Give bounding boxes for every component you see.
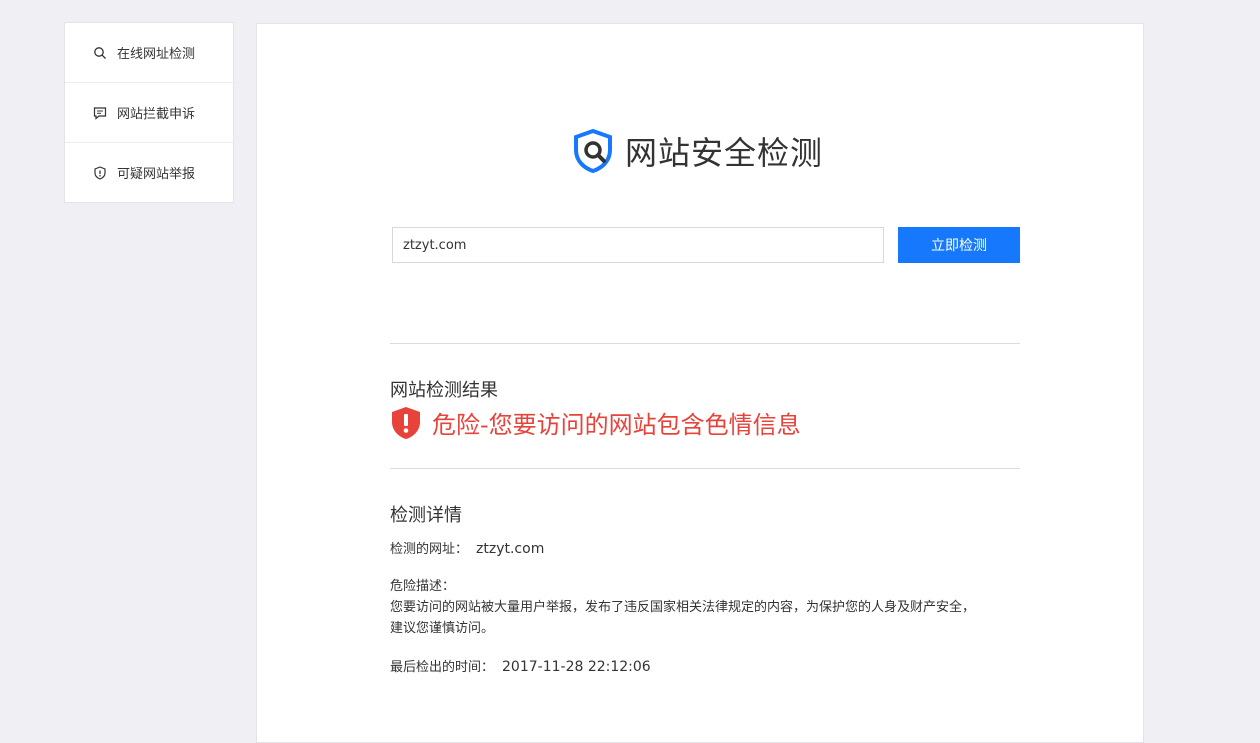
- shield-search-logo-icon: [571, 128, 615, 174]
- message-icon: [93, 106, 107, 120]
- sidebar-nav: 在线网址检测 网站拦截申诉 可疑网站举报: [64, 22, 234, 203]
- danger-status-text: 危险-您要访问的网站包含色情信息: [432, 411, 801, 439]
- shield-alert-icon: [93, 165, 107, 180]
- sidebar-item-label: 在线网址检测: [117, 47, 196, 62]
- risk-text-line: 您要访问的网站被大量用户举报，发布了违反国家相关法律规定的内容，为保护您的人身及…: [390, 600, 976, 615]
- sidebar-item-report[interactable]: 可疑网站举报: [65, 143, 233, 202]
- details-section-title: 检测详情: [390, 505, 462, 526]
- divider: [390, 343, 1020, 344]
- url-input[interactable]: [392, 227, 884, 263]
- risk-text-line: 建议您谨慎访问。: [390, 621, 495, 636]
- divider: [390, 468, 1020, 469]
- last-detected-row: 最后检出的时间： 2017-11-28 22:12:06: [390, 656, 651, 675]
- result-section-title: 网站检测结果: [390, 380, 498, 401]
- danger-shield-icon: [390, 406, 422, 440]
- sidebar-item-label: 网站拦截申诉: [117, 107, 196, 122]
- main-panel: 网站安全检测 立即检测 网站检测结果 危险-您要访问的网站包含色情信息 检测详情…: [256, 23, 1144, 743]
- last-detected-label: 最后检出的时间：: [390, 660, 495, 675]
- checked-url-value: ztzyt.com: [476, 541, 545, 557]
- search-icon: [93, 46, 107, 60]
- risk-label: 危险描述：: [390, 579, 456, 594]
- sidebar-item-appeal[interactable]: 网站拦截申诉: [65, 83, 233, 143]
- danger-status: 危险-您要访问的网站包含色情信息: [390, 405, 801, 440]
- checked-url-row: 检测的网址： ztzyt.com: [390, 538, 544, 557]
- check-now-button[interactable]: 立即检测: [898, 227, 1020, 263]
- checked-url-label: 检测的网址：: [390, 542, 469, 557]
- risk-description: 危险描述： 您要访问的网站被大量用户举报，发布了违反国家相关法律规定的内容，为保…: [390, 576, 1050, 639]
- sidebar-item-label: 可疑网站举报: [117, 167, 196, 182]
- last-detected-value: 2017-11-28 22:12:06: [502, 659, 651, 675]
- brand-header: 网站安全检测: [571, 128, 823, 174]
- page-title: 网站安全检测: [625, 134, 824, 172]
- sidebar-item-url-check[interactable]: 在线网址检测: [65, 23, 233, 83]
